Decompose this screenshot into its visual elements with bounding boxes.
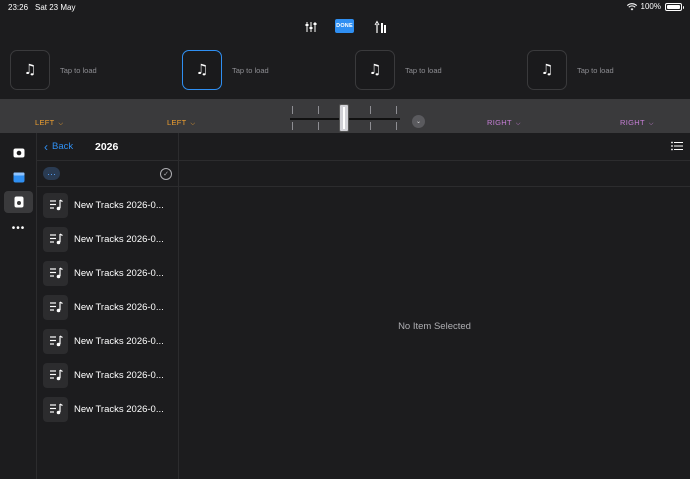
- list-item[interactable]: New Tracks 2026-0...: [37, 256, 179, 290]
- list-item-label: New Tracks 2026-0...: [74, 403, 164, 415]
- battery-icon: [665, 2, 684, 11]
- more-options-button[interactable]: ···: [43, 167, 60, 180]
- deck-2[interactable]: ♫ Tap to load: [182, 49, 269, 91]
- checkmark-icon: ✓: [163, 171, 169, 178]
- list-item-label: New Tracks 2026-0...: [74, 301, 164, 313]
- status-date: Sat 23 May: [35, 3, 76, 12]
- detail-subheader: [179, 162, 690, 187]
- rail-item-files[interactable]: [4, 166, 33, 188]
- files-folder-icon: [13, 172, 24, 182]
- browser-list: ‹ Back 2026 ··· ✓ New Tracks 2026-0... N…: [37, 133, 179, 479]
- list-item[interactable]: New Tracks 2026-0...: [37, 290, 179, 324]
- deck-tap-label: Tap to load: [405, 65, 442, 75]
- list-item[interactable]: New Tracks 2026-0...: [37, 188, 179, 222]
- playlist-icon: [43, 226, 68, 252]
- rail-item-music-storage[interactable]: [4, 191, 33, 213]
- playlist-icon: [43, 328, 68, 354]
- list-item[interactable]: New Tracks 2026-0...: [37, 392, 179, 426]
- wifi-icon: [626, 2, 637, 10]
- status-right: 100%: [626, 2, 684, 11]
- list-item-label: New Tracks 2026-0...: [74, 369, 164, 381]
- levels-icon[interactable]: [372, 18, 390, 36]
- done-button[interactable]: DONE: [335, 19, 354, 33]
- deck-tap-label: Tap to load: [232, 65, 269, 75]
- deck-4[interactable]: ♫ Tap to load: [527, 49, 614, 91]
- list-item[interactable]: New Tracks 2026-0...: [37, 222, 179, 256]
- deck-artwork[interactable]: ♫: [10, 50, 50, 90]
- deck-artwork[interactable]: ♫: [182, 50, 222, 90]
- right-channel-2-selector[interactable]: RIGHT ⌵: [620, 118, 654, 128]
- ellipsis-icon: ···: [47, 168, 56, 179]
- channel-label: LEFT: [167, 118, 187, 127]
- channel-label: RIGHT: [620, 118, 645, 127]
- back-button[interactable]: ‹ Back: [44, 139, 74, 154]
- more-dots-icon: •••: [11, 222, 26, 234]
- playlist-icon: [43, 192, 68, 218]
- deck-1[interactable]: ♫ Tap to load: [10, 49, 97, 91]
- chevron-left-icon: ‹: [44, 139, 48, 154]
- channel-label: RIGHT: [487, 118, 512, 127]
- list-item[interactable]: New Tracks 2026-0...: [37, 358, 179, 392]
- list-item-label: New Tracks 2026-0...: [74, 233, 164, 245]
- status-bar: 23:26 Sat 23 May 100%: [0, 0, 690, 14]
- top-toolbar: DONE: [0, 18, 690, 36]
- left-channel-2-selector[interactable]: LEFT ⌵: [167, 118, 195, 128]
- detail-header: [179, 133, 690, 161]
- mixer-sliders-icon[interactable]: [302, 18, 320, 36]
- mixer-options-button[interactable]: ⌄: [412, 115, 425, 128]
- list-item-label: New Tracks 2026-0...: [74, 199, 164, 211]
- crossfader[interactable]: [290, 104, 400, 132]
- chevron-down-icon: ⌵: [515, 121, 521, 127]
- deck-3[interactable]: ♫ Tap to load: [355, 49, 442, 91]
- music-note-icon: ♫: [368, 62, 382, 78]
- list-actions: ··· ✓: [37, 162, 179, 187]
- chevron-down-icon: ⌵: [648, 121, 654, 127]
- music-note-icon: ♫: [23, 62, 37, 78]
- detail-pane: No Item Selected: [179, 133, 690, 479]
- list-header: ‹ Back 2026: [37, 133, 179, 161]
- chevron-down-icon: ⌵: [190, 121, 196, 127]
- left-channel-1-selector[interactable]: LEFT ⌵: [35, 118, 63, 128]
- playlist-icon: [43, 396, 68, 422]
- chevron-down-icon: ⌵: [58, 121, 64, 127]
- folder-title: 2026: [95, 141, 119, 153]
- playlist-icon: [43, 260, 68, 286]
- crossfader-handle[interactable]: [339, 104, 349, 132]
- empty-state-text: No Item Selected: [398, 321, 471, 332]
- list-item[interactable]: New Tracks 2026-0...: [37, 324, 179, 358]
- right-channel-1-selector[interactable]: RIGHT ⌵: [487, 118, 521, 128]
- battery-percent: 100%: [640, 2, 661, 11]
- deck-tap-label: Tap to load: [60, 65, 97, 75]
- music-storage-icon: [14, 196, 23, 208]
- source-rail: •••: [0, 133, 37, 479]
- select-button[interactable]: ✓: [160, 168, 172, 180]
- list-item-label: New Tracks 2026-0...: [74, 335, 164, 347]
- music-note-icon: ♫: [195, 62, 209, 78]
- list-view-icon[interactable]: [671, 141, 683, 151]
- camera-icon: [13, 148, 24, 157]
- channel-label: LEFT: [35, 118, 55, 127]
- deck-artwork[interactable]: ♫: [355, 50, 395, 90]
- chevron-down-icon: ⌄: [415, 119, 422, 125]
- deck-tap-label: Tap to load: [577, 65, 614, 75]
- list-item-label: New Tracks 2026-0...: [74, 267, 164, 279]
- status-time: 23:26: [8, 3, 29, 12]
- deck-artwork[interactable]: ♫: [527, 50, 567, 90]
- playlist-icon: [43, 362, 68, 388]
- music-note-icon: ♫: [540, 62, 554, 78]
- back-label: Back: [52, 141, 74, 152]
- rail-item-camera[interactable]: [4, 141, 33, 163]
- mixer-bar: LEFT ⌵ LEFT ⌵ ⌄ RIGHT ⌵ RIGHT ⌵: [0, 99, 690, 133]
- playlist-icon: [43, 294, 68, 320]
- rail-item-more[interactable]: •••: [4, 217, 33, 239]
